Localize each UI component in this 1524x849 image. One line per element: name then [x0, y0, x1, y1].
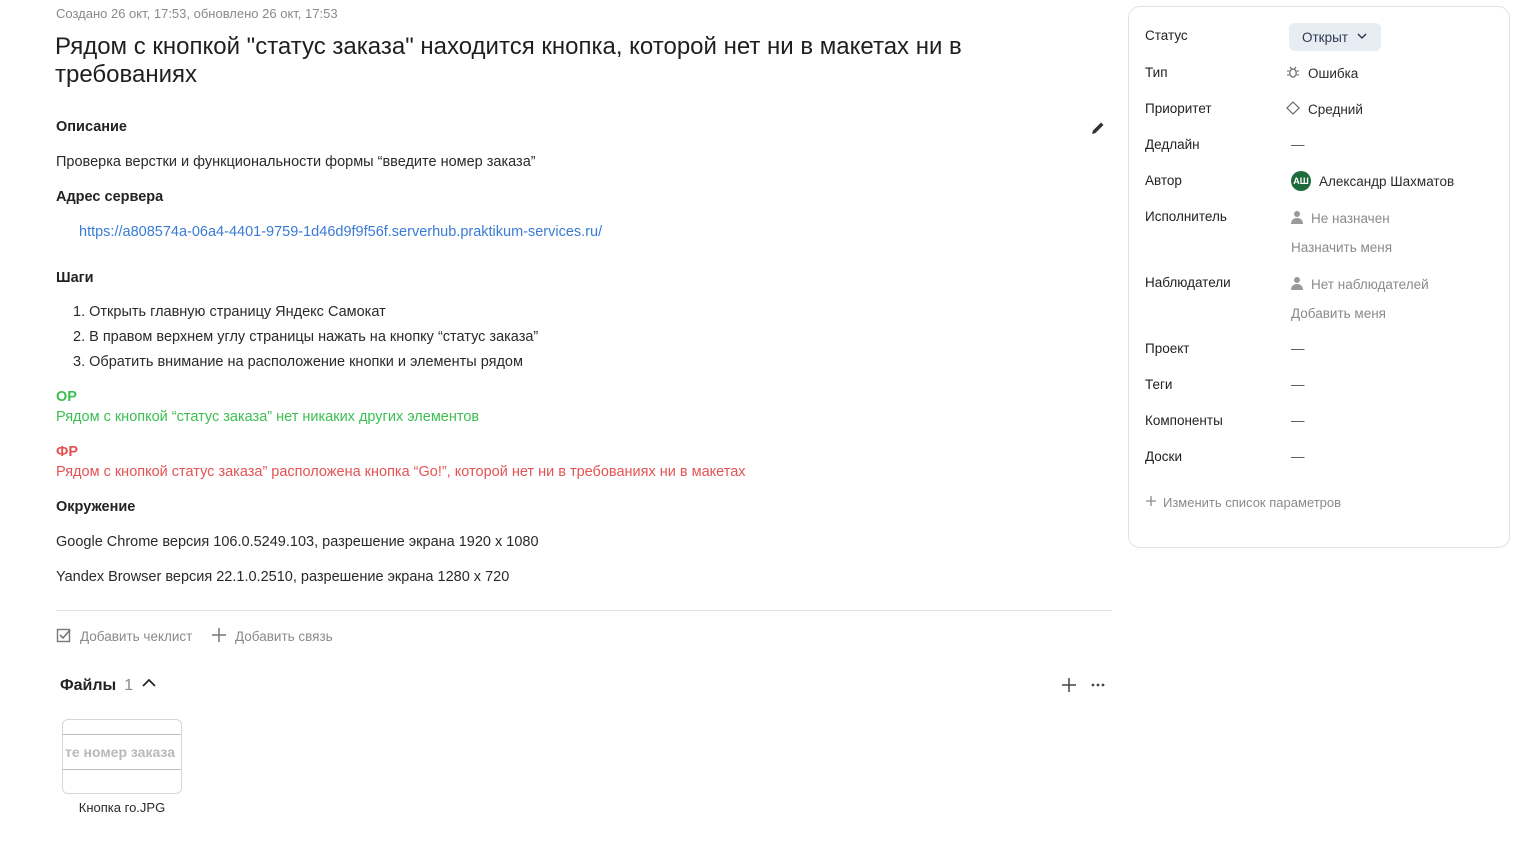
plus-icon [211, 627, 227, 646]
add-link-label: Добавить связь [235, 629, 333, 644]
expected-text: Рядом с кнопкой “статус заказа” нет ника… [56, 409, 480, 425]
file-name[interactable]: Кнопка го.JPG [62, 800, 182, 815]
author-field[interactable]: АШ Александр Шахматов [1291, 171, 1454, 191]
steps-heading: Шаги [56, 270, 94, 286]
deadline-value[interactable]: — [1291, 137, 1305, 152]
assignee-value: Не назначен [1311, 211, 1390, 226]
environment-heading: Окружение [56, 499, 136, 515]
environment-line: Yandex Browser версия 22.1.0.2510, разре… [56, 569, 510, 585]
expected-heading: ОР [56, 389, 77, 405]
server-link[interactable]: https://a808574a-06a4-4401-9759-1d46d9f9… [79, 224, 602, 240]
project-label: Проект [1145, 341, 1190, 356]
actual-text: Рядом с кнопкой статус заказа” расположе… [56, 464, 746, 480]
tags-label: Теги [1145, 377, 1173, 392]
actual-heading: ФР [56, 444, 79, 460]
type-label: Тип [1145, 65, 1168, 80]
server-heading: Адрес сервера [56, 189, 164, 205]
diamond-icon [1286, 101, 1300, 118]
avatar: АШ [1291, 171, 1311, 191]
assignee-field[interactable]: Не назначен [1291, 210, 1390, 227]
boards-label: Доски [1145, 449, 1182, 464]
type-field[interactable]: Ошибка [1286, 65, 1358, 82]
person-icon [1291, 276, 1303, 293]
deadline-label: Дедлайн [1145, 137, 1200, 152]
priority-label: Приоритет [1145, 101, 1212, 116]
add-link-button[interactable]: Добавить связь [211, 627, 333, 646]
files-header: Файлы 1 [60, 675, 157, 696]
add-checklist-label: Добавить чеклист [80, 629, 193, 644]
environment-line: Google Chrome версия 106.0.5249.103, раз… [56, 534, 539, 550]
step-item: 3. Обратить внимание на расположение кно… [73, 354, 523, 370]
chevron-down-icon [1356, 30, 1368, 45]
file-thumbnail-text: те номер заказа [63, 734, 181, 770]
issue-title[interactable]: Рядом с кнопкой "статус заказа" находитс… [55, 33, 1015, 89]
watchers-label: Наблюдатели [1145, 275, 1231, 290]
file-thumbnail[interactable]: те номер заказа [62, 719, 182, 794]
status-label: Статус [1145, 28, 1188, 43]
author-value: Александр Шахматов [1319, 173, 1455, 189]
assign-me-link[interactable]: Назначить меня [1291, 240, 1392, 255]
change-params-label: Изменить список параметров [1163, 495, 1342, 510]
files-count: 1 [124, 676, 134, 694]
add-checklist-button[interactable]: Добавить чеклист [56, 627, 192, 646]
description-heading: Описание [56, 119, 127, 135]
divider [56, 610, 1112, 611]
files-title: Файлы [60, 676, 117, 694]
boards-value[interactable]: — [1291, 449, 1305, 464]
person-icon [1291, 210, 1303, 227]
bug-icon [1286, 65, 1300, 82]
ellipsis-icon[interactable] [1090, 677, 1106, 698]
project-value[interactable]: — [1291, 341, 1305, 356]
watchers-value: Нет наблюдателей [1311, 277, 1429, 292]
issue-meta: Создано 26 окт, 17:53, обновлено 26 окт,… [56, 6, 338, 21]
tags-value[interactable]: — [1291, 377, 1305, 392]
components-label: Компоненты [1145, 413, 1223, 428]
assignee-label: Исполнитель [1145, 209, 1227, 224]
plus-icon[interactable] [1061, 677, 1077, 698]
change-params-button[interactable]: Изменить список параметров [1145, 495, 1341, 510]
description-text: Проверка верстки и функциональности форм… [56, 154, 536, 170]
components-value[interactable]: — [1291, 413, 1305, 428]
priority-value: Средний [1308, 102, 1363, 117]
status-dropdown[interactable]: Открыт [1289, 23, 1381, 51]
status-value: Открыт [1302, 29, 1348, 45]
author-label: Автор [1145, 173, 1182, 188]
plus-icon [1145, 495, 1157, 510]
add-me-link[interactable]: Добавить меня [1291, 306, 1386, 321]
pencil-icon[interactable] [1090, 120, 1106, 136]
type-value: Ошибка [1308, 66, 1359, 81]
step-item: 2. В правом верхнем углу страницы нажать… [73, 329, 539, 345]
step-item: 1. Открыть главную страницу Яндекс Самок… [73, 304, 386, 320]
watchers-field[interactable]: Нет наблюдателей [1291, 276, 1429, 293]
chevron-up-icon[interactable] [141, 675, 157, 696]
priority-field[interactable]: Средний [1286, 101, 1363, 118]
checkbox-icon [56, 627, 72, 646]
